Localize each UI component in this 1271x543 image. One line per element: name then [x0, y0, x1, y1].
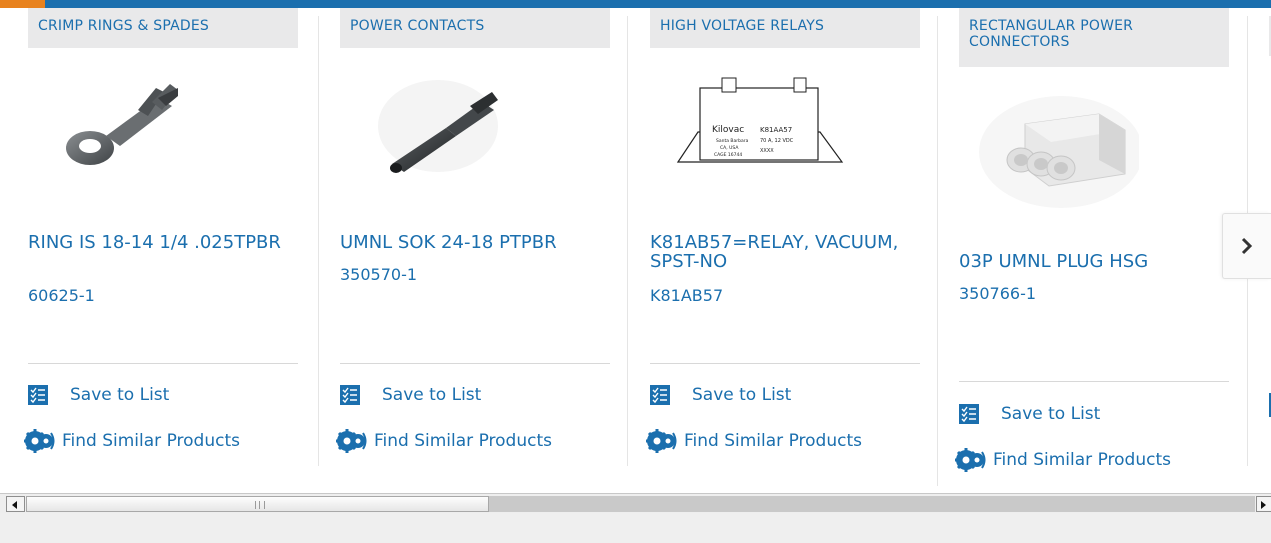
triangle-right-icon [1261, 501, 1266, 509]
save-to-list-button[interactable]: Save to List [650, 385, 791, 405]
checklist-icon [959, 404, 979, 424]
relay-cage-text: CAGE 16744 [714, 152, 742, 158]
find-similar-products-button[interactable]: Find Similar Products [646, 429, 862, 453]
find-similar-label: Find Similar Products [62, 431, 240, 451]
save-to-list-button[interactable]: Save to List [28, 385, 169, 405]
relay-model-text: K81AA57 [760, 126, 792, 134]
product-title-link[interactable]: RING IS 18-14 1/4 .025TPBR [28, 233, 288, 252]
find-similar-label: Find Similar Products [374, 431, 552, 451]
part-number-link[interactable]: K81AB57 [650, 286, 723, 305]
save-to-list-button[interactable]: Save to List [340, 385, 481, 405]
card-divider [627, 16, 628, 466]
product-carousel: CRIMP RINGS & SPADES RING IS 18-14 1/4 .… [0, 8, 1271, 493]
divider-line [959, 381, 1229, 382]
category-label[interactable]: POWER CONTACTS [340, 8, 610, 48]
product-title-link[interactable]: 03P UMNL PLUG HSG [959, 252, 1219, 271]
find-similar-products-button[interactable]: Find Similar Products [336, 429, 552, 453]
find-similar-label: Find Similar Products [993, 450, 1171, 470]
save-to-list-label: Save to List [70, 385, 170, 405]
relay-origin-text-2: CA, USA [720, 145, 739, 151]
checklist-icon [28, 385, 48, 405]
scrollbar-grip [255, 501, 265, 509]
relay-brand-text: Kilovac [712, 125, 744, 135]
find-similar-label: Find Similar Products [684, 431, 862, 451]
product-title-link[interactable]: UMNL SOK 24-18 PTPBR [340, 233, 600, 252]
category-label[interactable]: CRIMP RINGS & SPADES [28, 8, 298, 48]
save-to-list-label: Save to List [382, 385, 482, 405]
product-card: POWER CONTACTS UMNL SOK 24-18 PTPBR 3505… [336, 8, 610, 470]
triangle-left-icon [12, 501, 17, 509]
page-background-below [0, 513, 1271, 543]
category-label[interactable]: HIGH VOLTAGE RELAYS [650, 8, 920, 48]
divider-line [650, 363, 920, 364]
part-number-link[interactable]: 350766-1 [959, 284, 1036, 303]
product-image-ring-terminal[interactable] [48, 70, 208, 190]
product-title-link[interactable]: K81AB57=RELAY, VACUUM, SPST-NO [650, 233, 910, 271]
carousel-next-button[interactable] [1222, 213, 1271, 279]
checklist-icon [340, 385, 360, 405]
gears-icon [24, 429, 55, 453]
divider-line [28, 363, 298, 364]
product-card: CRIMP RINGS & SPADES RING IS 18-14 1/4 .… [24, 8, 298, 470]
chevron-right-icon [1241, 237, 1253, 255]
product-card: HIGH VOLTAGE RELAYS Kilovac K81AA57 70 A… [646, 8, 920, 470]
scroll-right-button[interactable] [1256, 496, 1271, 512]
relay-code-text: XXXX [760, 148, 774, 154]
horizontal-scrollbar[interactable] [0, 493, 1271, 513]
gears-icon [646, 429, 677, 453]
product-card: RECTANGULAR POWER CONNECTORS 03P UMNL PL… [955, 8, 1229, 490]
gears-icon [336, 429, 367, 453]
gears-icon [955, 448, 986, 472]
find-similar-products-button[interactable]: Find Similar Products [955, 448, 1171, 472]
relay-origin-text: Santa Barbara [716, 138, 749, 144]
category-label[interactable]: RECTANGULAR POWER CONNECTORS [959, 8, 1229, 67]
scroll-left-button[interactable] [6, 496, 25, 512]
divider-line [340, 363, 610, 364]
relay-rating-text: 70 A, 12 VDC [760, 138, 794, 144]
product-image-socket-contact[interactable] [360, 70, 520, 190]
card-divider [937, 16, 938, 486]
find-similar-products-button[interactable]: Find Similar Products [24, 429, 240, 453]
part-number-link[interactable]: 60625-1 [28, 286, 95, 305]
save-to-list-button[interactable]: Save to List [959, 404, 1100, 424]
save-to-list-label: Save to List [692, 385, 792, 405]
product-image-vacuum-relay[interactable]: Kilovac K81AA57 70 A, 12 VDC XXXX Santa … [670, 70, 850, 190]
scrollbar-thumb[interactable] [26, 496, 489, 512]
top-accent-bar-orange [0, 0, 45, 8]
card-divider [318, 16, 319, 466]
save-to-list-label: Save to List [1001, 404, 1101, 424]
checklist-icon [650, 385, 670, 405]
part-number-link[interactable]: 350570-1 [340, 265, 417, 284]
product-image-plug-housing[interactable] [979, 90, 1139, 210]
top-accent-bar [0, 0, 1271, 8]
